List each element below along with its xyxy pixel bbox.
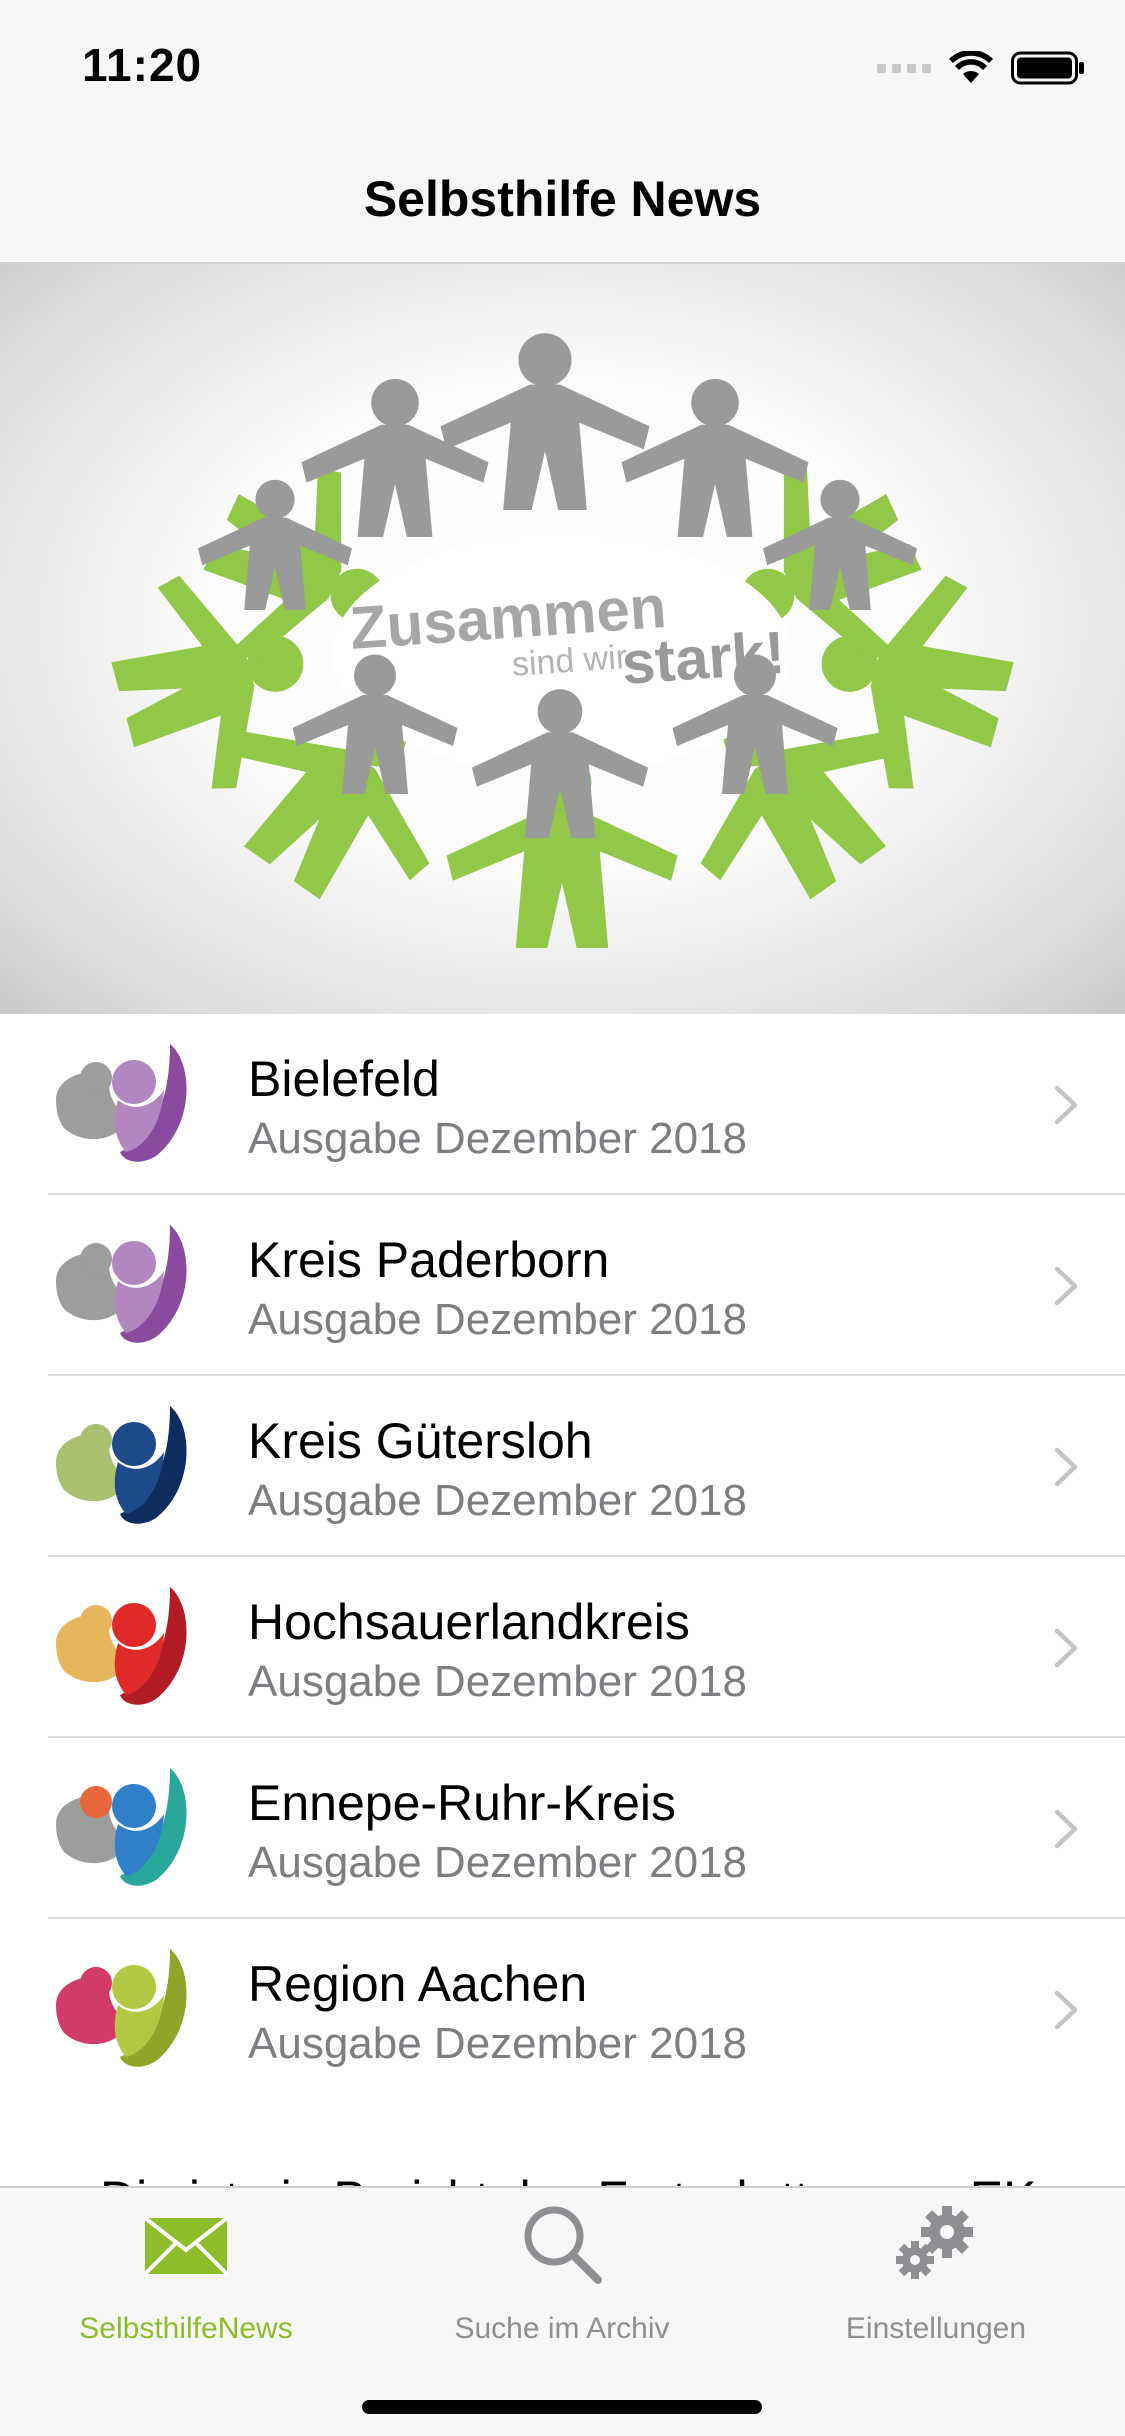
tab-label: Suche im Archiv [454, 2312, 670, 2345]
tab-selbsthilfenews[interactable]: SelbsthilfeNews [36, 2206, 336, 2356]
hero-slogan-line2b: stark! [619, 619, 787, 697]
region-logo-icon [56, 1587, 187, 1705]
gears-icon [896, 2206, 973, 2279]
list-item-title: Hochsauerlandkreis [248, 1594, 690, 1650]
list-item-kreis-paderborn[interactable]: Kreis Paderborn Ausgabe Dezember 2018 [0, 1195, 1125, 1376]
region-logo-icon [56, 1225, 187, 1343]
list-item-hochsauerlandkreis[interactable]: Hochsauerlandkreis Ausgabe Dezember 2018 [0, 1557, 1125, 1738]
tab-bar: SelbsthilfeNews Suche im Archiv Einstell… [0, 2186, 1125, 2436]
list-item-title: Kreis Paderborn [248, 1232, 610, 1288]
cellular-signal-icon [877, 63, 931, 73]
list-item-subtitle: Ausgabe Dezember 2018 [248, 1295, 747, 1344]
chevron-right-icon [1054, 1266, 1078, 1306]
list-item-title: Bielefeld [248, 1051, 440, 1107]
region-logo-icon [56, 1406, 187, 1524]
magnifier-icon [524, 2206, 602, 2284]
chevron-right-icon [1054, 1085, 1078, 1125]
list-item-subtitle: Ausgabe Dezember 2018 [248, 1114, 747, 1163]
region-logo-icon [56, 1044, 187, 1162]
navigation-bar: Selbsthilfe News [0, 132, 1125, 264]
list-item-subtitle: Ausgabe Dezember 2018 [248, 1657, 747, 1706]
chevron-right-icon [1054, 1628, 1078, 1668]
list-item-subtitle: Ausgabe Dezember 2018 [248, 2019, 747, 2068]
list-item-bielefeld[interactable]: Bielefeld Ausgabe Dezember 2018 [0, 1014, 1125, 1195]
battery-icon [1011, 51, 1084, 85]
list-item-kreis-guetersloh[interactable]: Kreis Gütersloh Ausgabe Dezember 2018 [0, 1376, 1125, 1557]
chevron-right-icon [1054, 1447, 1078, 1487]
region-logo-icon [56, 1949, 187, 2067]
home-indicator[interactable] [362, 2400, 762, 2414]
chevron-right-icon [1054, 1809, 1078, 1849]
newsletter-list: Bielefeld Ausgabe Dezember 2018 Kreis Pa… [0, 1014, 1125, 2100]
list-item-region-aachen[interactable]: Region Aachen Ausgabe Dezember 2018 [0, 1919, 1125, 2100]
tab-label: Einstellungen [845, 2312, 1027, 2345]
tab-suche-im-archiv[interactable]: Suche im Archiv [412, 2206, 712, 2356]
status-bar: 11:20 [0, 0, 1125, 132]
list-item-title: Kreis Gütersloh [248, 1413, 593, 1469]
envelope-icon [143, 2216, 229, 2276]
status-time: 11:20 [82, 39, 203, 91]
chevron-right-icon [1054, 1990, 1078, 2030]
hero-slogan-line2a: sind wir [511, 638, 629, 684]
list-item-ennepe-ruhr-kreis[interactable]: Ennepe-Ruhr-Kreis Ausgabe Dezember 2018 [0, 1738, 1125, 1919]
list-item-title: Ennepe-Ruhr-Kreis [248, 1775, 676, 1831]
region-logo-icon [56, 1768, 187, 1886]
list-item-subtitle: Ausgabe Dezember 2018 [248, 1476, 747, 1525]
hero-banner: Zusammen sind wir stark! [0, 264, 1125, 1014]
status-icons [877, 48, 1085, 88]
wifi-icon [949, 51, 993, 83]
tab-einstellungen[interactable]: Einstellungen [786, 2206, 1086, 2356]
list-item-title: Region Aachen [248, 1956, 588, 2012]
list-item-subtitle: Ausgabe Dezember 2018 [248, 1838, 747, 1887]
tab-label: SelbsthilfeNews [79, 2312, 293, 2345]
page-title: Selbsthilfe News [363, 171, 762, 227]
paper-people-circle-illustration: Zusammen sind wir stark! [94, 333, 1031, 948]
